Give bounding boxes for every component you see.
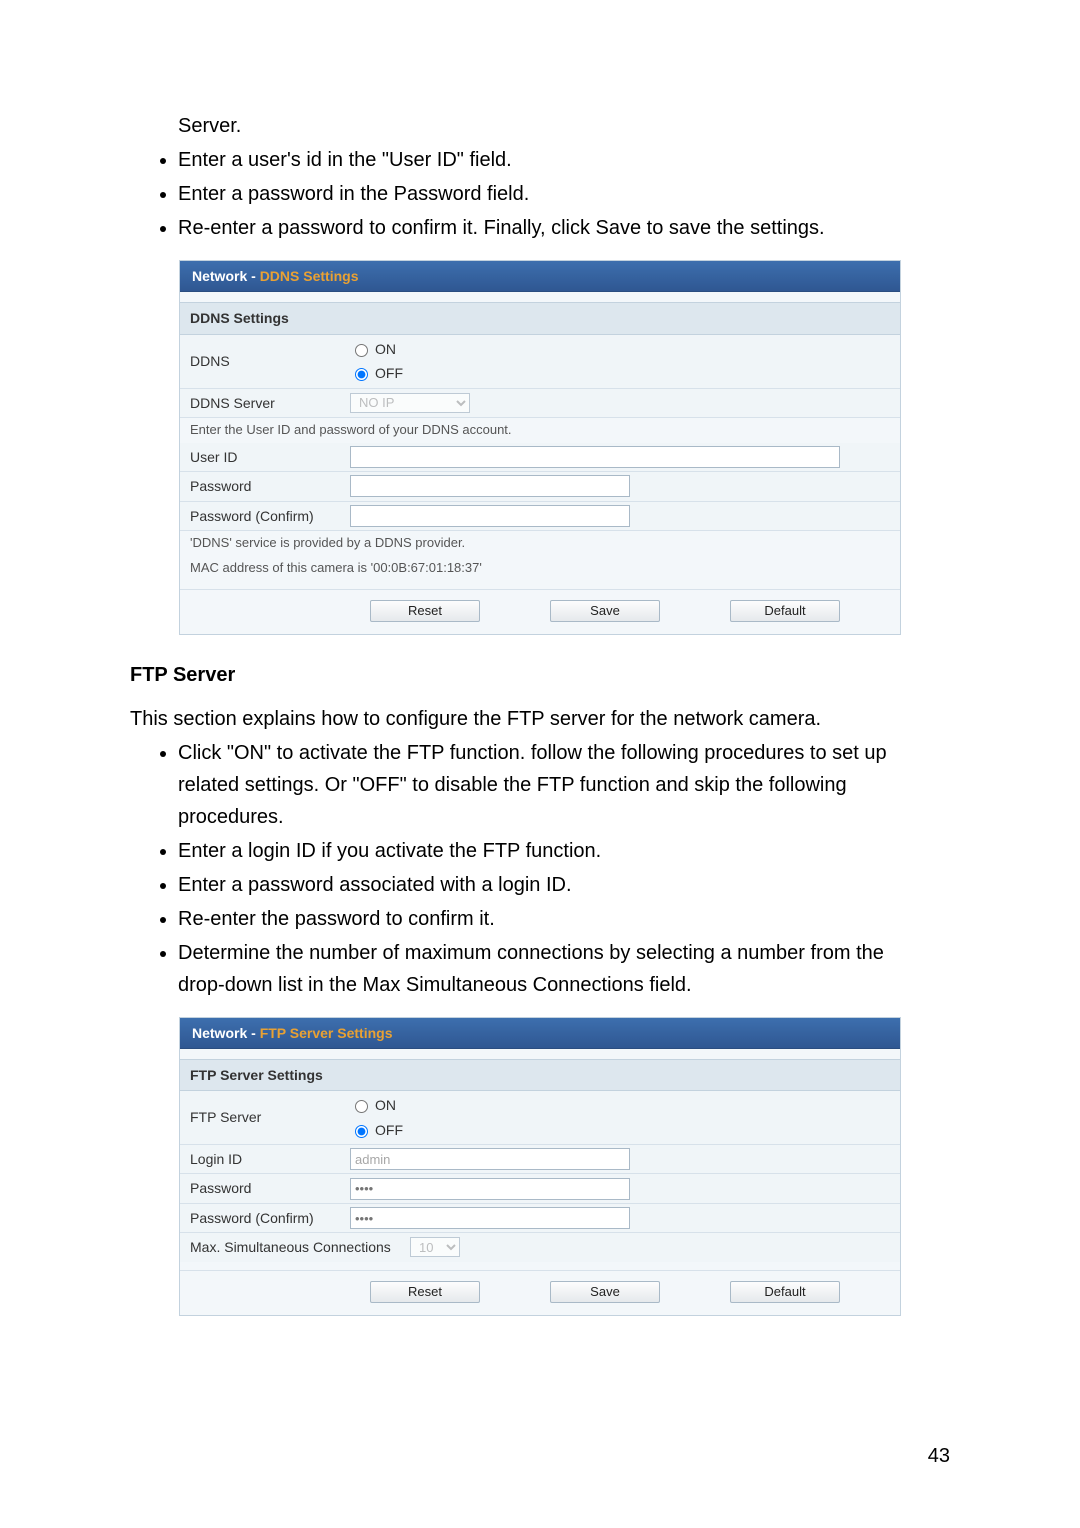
intro-bullets: Enter a user's id in the "User ID" field… [130,144,950,244]
ftp-radio-off-input[interactable] [355,1125,368,1138]
ddns-radio-on-input[interactable] [355,344,368,357]
ftp-row-password: Password [180,1174,900,1203]
ddns-row-userid: User ID [180,443,900,472]
ddns-panel-title: Network - DDNS Settings [180,261,900,292]
save-button[interactable]: Save [550,1281,660,1303]
ftp-button-row: Reset Save Default [180,1270,900,1315]
ddns-help-1: Enter the User ID and password of your D… [180,418,900,443]
ftp-password-confirm-input[interactable] [350,1207,630,1229]
ftp-bullet-a2: related settings. Or "OFF" to disable th… [178,774,847,796]
ftp-radio-on[interactable]: ON [350,1094,403,1116]
ddns-on-text: ON [375,338,396,360]
ftp-max-label: Max. Simultaneous Connections [190,1236,410,1258]
ftp-bullet-c: Enter a password associated with a login… [178,869,950,901]
default-button[interactable]: Default [730,600,840,622]
intro-bullet-1: Enter a user's id in the "User ID" field… [178,144,950,176]
ddns-server-label: DDNS Server [190,392,350,414]
ftp-bullet-e1: Determine the number of maximum connecti… [178,942,884,964]
reset-button[interactable]: Reset [370,600,480,622]
ddns-radio-off[interactable]: OFF [350,362,403,384]
ddns-user-input[interactable] [350,446,840,468]
ftp-on-text: ON [375,1094,396,1116]
ftp-row-password-confirm: Password (Confirm) [180,1204,900,1233]
ftp-max-select[interactable]: 10 [410,1237,460,1257]
ftp-bullet-a: Click "ON" to activate the FTP function.… [178,737,950,833]
ddns-password-confirm-label: Password (Confirm) [190,505,350,527]
ftp-subheader: FTP Server Settings [180,1059,900,1091]
panel-title-main: DDNS Settings [260,268,359,284]
ddns-password-label: Password [190,475,350,497]
ddns-help-2: 'DDNS' service is provided by a DDNS pro… [180,531,900,556]
ftp-bullet-a3: procedures. [178,806,284,828]
panel-title-prefix: Network - [192,268,260,284]
ddns-server-select[interactable]: NO IP [350,393,470,413]
ftp-intro: This section explains how to configure t… [130,703,950,735]
intro-bullet-3: Re-enter a password to confirm it. Final… [178,212,950,244]
ddns-radio-on[interactable]: ON [350,338,403,360]
ftp-bullet-e2: drop-down list in the Max Simultaneous C… [178,974,692,996]
ddns-row-password-confirm: Password (Confirm) [180,502,900,531]
ftp-settings-panel: Network - FTP Server Settings FTP Server… [179,1017,901,1316]
ddns-subheader: DDNS Settings [180,302,900,334]
ftp-row-login: Login ID [180,1145,900,1174]
ftp-login-label: Login ID [190,1148,350,1170]
ddns-row-server: DDNS Server NO IP [180,389,900,418]
intro-bullet-2: Enter a password in the Password field. [178,178,950,210]
ddns-button-row: Reset Save Default [180,589,900,634]
ftp-bullet-a1: Click "ON" to activate the FTP function.… [178,742,887,764]
ddns-label: DDNS [190,350,350,372]
ddns-password-input[interactable] [350,475,630,497]
ftp-radio-on-input[interactable] [355,1100,368,1113]
ddns-row-enable: DDNS ON OFF [180,335,900,389]
ftp-bullet-b: Enter a login ID if you activate the FTP… [178,835,950,867]
ftp-bullets: Click "ON" to activate the FTP function.… [130,737,950,1001]
ddns-settings-panel: Network - DDNS Settings DDNS Settings DD… [179,260,901,635]
ftp-off-text: OFF [375,1119,403,1141]
reset-button[interactable]: Reset [370,1281,480,1303]
ftp-row-enable: FTP Server ON OFF [180,1091,900,1145]
ftp-radio-off[interactable]: OFF [350,1119,403,1141]
ddns-password-confirm-input[interactable] [350,505,630,527]
ftp-password-confirm-label: Password (Confirm) [190,1207,350,1229]
ftp-panel-title: Network - FTP Server Settings [180,1018,900,1049]
ftp-password-input[interactable] [350,1178,630,1200]
ftp-row-maxconn: Max. Simultaneous Connections 10 [180,1233,900,1261]
ftp-password-label: Password [190,1177,350,1199]
ddns-off-text: OFF [375,362,403,384]
panel-title-prefix: Network - [192,1025,260,1041]
ddns-row-password: Password [180,472,900,501]
ftp-bullet-e: Determine the number of maximum connecti… [178,937,950,1001]
ftp-server-label: FTP Server [190,1106,350,1128]
intro-text-server: Server. [178,110,950,142]
default-button[interactable]: Default [730,1281,840,1303]
ddns-help-3: MAC address of this camera is '00:0B:67:… [180,556,900,581]
panel-title-main: FTP Server Settings [260,1025,393,1041]
page-number: 43 [928,1445,950,1468]
ftp-login-input[interactable] [350,1148,630,1170]
ddns-radio-off-input[interactable] [355,368,368,381]
ftp-bullet-d: Re-enter the password to confirm it. [178,903,950,935]
save-button[interactable]: Save [550,600,660,622]
ddns-user-label: User ID [190,446,350,468]
ftp-heading: FTP Server [130,659,950,691]
